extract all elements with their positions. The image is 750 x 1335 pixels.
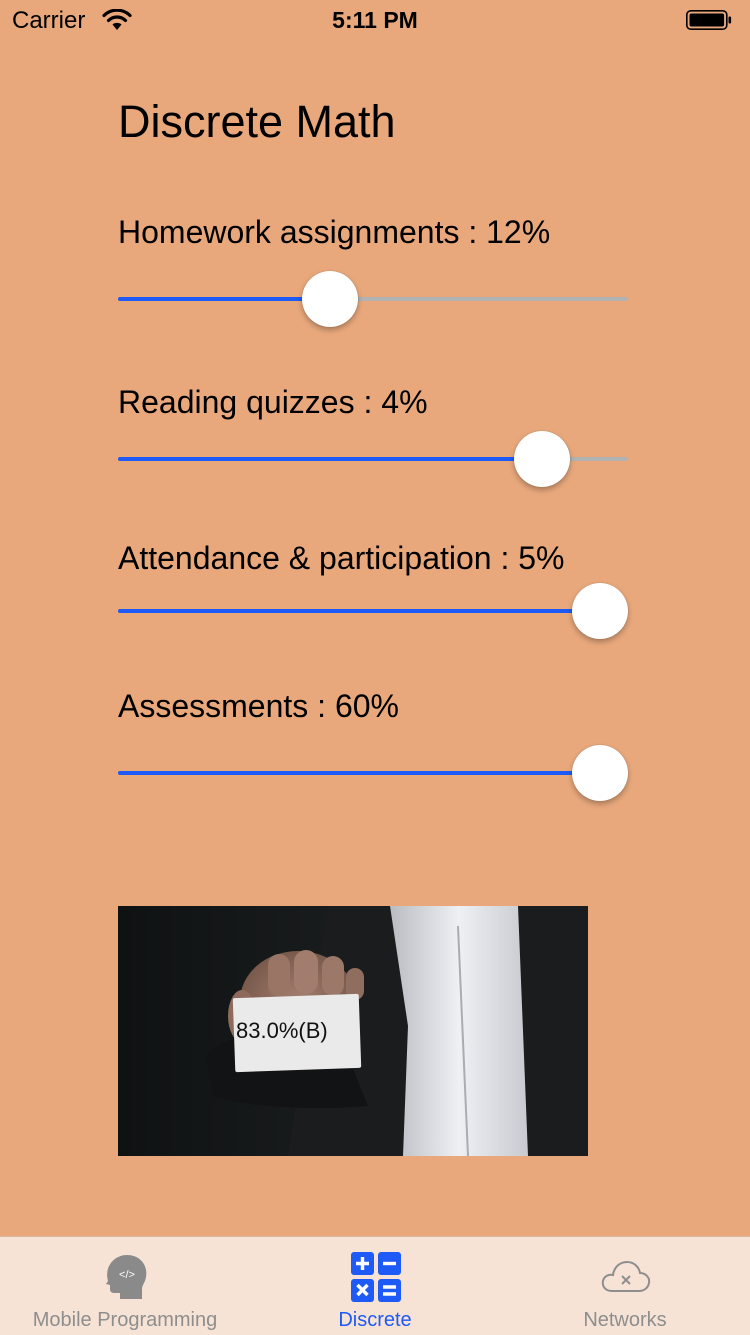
tab-label: Mobile Programming [32,1309,218,1331]
reading-quizzes-label: Reading quizzes : 4% [118,384,428,420]
slider-fill [118,457,542,461]
status-bar: Carrier 5:11 PM [0,0,750,40]
calculator-icon [351,1252,401,1302]
grade-photo: 83.0%(B) [118,906,588,1156]
tab-bar: </> Mobile Programming Discrete Networks [0,1236,750,1335]
attendance-slider[interactable] [118,581,628,641]
slider-fill [118,771,600,775]
assessments-label: Assessments : 60% [118,688,399,724]
tab-label: Discrete [338,1309,412,1331]
slider-fill [118,297,330,301]
homework-label: Homework assignments : 12% [118,214,551,250]
battery-icon [686,10,732,30]
grade-result: 83.0%(B) [236,1018,328,1043]
head-code-icon: </> [106,1255,147,1299]
assessments-slider[interactable] [118,743,628,803]
slider-thumb[interactable] [572,745,628,801]
slider-thumb[interactable] [572,583,628,639]
tab-label: Networks [583,1309,667,1331]
reading-quizzes-slider[interactable] [118,429,628,489]
tab-mobile-programming[interactable]: </> Mobile Programming [0,1237,250,1335]
tab-networks[interactable]: Networks [500,1237,750,1335]
cloud-error-icon [601,1260,651,1292]
slider-thumb[interactable] [514,431,570,487]
clock: 5:11 PM [332,7,418,33]
slider-thumb[interactable] [302,271,358,327]
attendance-label: Attendance & participation : 5% [118,540,565,576]
homework-slider[interactable] [118,269,628,329]
slider-fill [118,609,600,613]
svg-text:</>: </> [119,1269,135,1281]
tab-discrete[interactable]: Discrete [250,1237,500,1335]
page-title: Discrete Math [118,96,396,147]
